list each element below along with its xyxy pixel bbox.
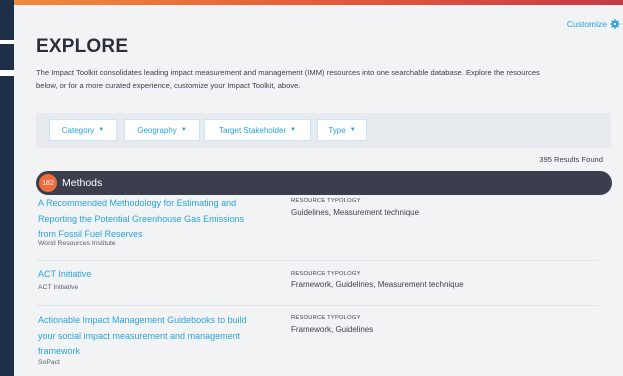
resource-title-link[interactable]: ACT Initiative [38,267,270,283]
intro-line: The Impact Toolkit consolidates leading … [36,68,540,77]
section-title: Methods [62,177,103,189]
filter-label: Target Stakeholder [218,125,287,135]
filter-category-button[interactable]: Category ▼ [49,119,117,141]
results-count: 395 Results Found [539,155,603,164]
resource-title-line: framework [38,346,81,356]
resource-typology-label: RESOURCE TYPOLOGY [291,271,361,277]
sidebar-strip-highlight [0,70,14,76]
caret-down-icon: ▼ [290,127,297,133]
resource-typology-value: Framework, Guidelines, Measurement techn… [291,280,464,289]
section-count-badge: 182 [39,174,57,192]
page-title: EXPLORE [36,36,129,57]
resource-title-line: ACT Initiative [38,269,92,279]
resource-title-line: your social impact measurement and manag… [38,330,241,341]
resource-org: SoPact [38,359,60,366]
resource-typology-label: RESOURCE TYPOLOGY [291,315,361,321]
filter-label: Geography [137,125,177,135]
sidebar-strip-highlight [0,40,14,44]
filter-label: Type [328,125,346,135]
resource-title-line: A Recommended Methodology for Estimating… [38,198,237,208]
intro-line: below, or for a more curated experience,… [36,80,301,90]
caret-down-icon: ▼ [180,127,187,133]
customize-link[interactable]: Customize [567,19,620,29]
resource-title-line: Reporting the Potential Greenhouse Gas E… [38,213,245,224]
resource-row: A Recommended Methodology for Estimating… [36,192,598,261]
resource-row: ACT Initiative ACT Initiative RESOURCE T… [36,261,598,306]
caret-down-icon: ▼ [98,127,105,133]
intro-text: The Impact Toolkit consolidates leading … [36,67,611,92]
resource-org: ACT Initiative [38,284,79,291]
resource-title-link[interactable]: A Recommended Methodology for Estimating… [38,196,270,243]
filter-target-stakeholder-button[interactable]: Target Stakeholder ▼ [204,119,311,141]
resource-row: Actionable Impact Management Guidebooks … [36,306,598,376]
resource-title-link[interactable]: Actionable Impact Management Guidebooks … [38,313,270,360]
resource-org: World Resources Institute [38,240,116,247]
resource-typology-value: Framework, Guidelines [291,325,374,334]
gear-icon [610,19,620,29]
caret-down-icon: ▼ [349,127,356,133]
filter-geography-button[interactable]: Geography ▼ [124,119,200,141]
resource-typology-label: RESOURCE TYPOLOGY [291,198,361,204]
resource-title-line: Actionable Impact Management Guidebooks … [38,315,247,325]
filter-bar: Category ▼ Geography ▼ Target Stakeholde… [36,113,611,148]
left-sidebar-strip [0,0,14,376]
customize-label: Customize [566,19,607,29]
filter-label: Category [61,125,95,135]
filter-type-button[interactable]: Type ▼ [317,119,367,141]
resource-typology-value: Guidelines, Measurement technique [291,208,420,217]
